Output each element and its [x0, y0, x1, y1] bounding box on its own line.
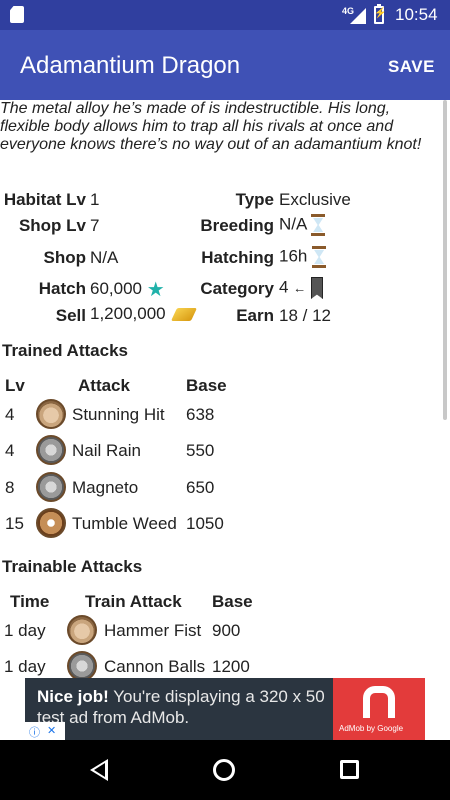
hatch-value: 60,000 [90, 278, 142, 298]
type-label: Type [235, 190, 274, 209]
trainable-base: 900 [212, 621, 241, 640]
trained-base: 638 [186, 405, 215, 424]
hourglass-icon [36, 508, 66, 538]
trainable-header-time: Time [10, 592, 50, 611]
nail-icon [36, 472, 66, 502]
trained-attack-name: Nail Rain [72, 441, 141, 460]
trainable-attacks-title: Trainable Attacks [2, 557, 143, 576]
battery-icon [374, 4, 386, 24]
earn-value: 18 / 12 [279, 306, 331, 325]
adchoices-icon[interactable]: ⓘ ✕ [25, 722, 65, 740]
home-button[interactable] [213, 759, 235, 781]
breeding-label: Breeding [200, 216, 274, 235]
hourglass-icon [312, 246, 327, 268]
trained-lv: 4 [5, 405, 15, 424]
sd-card-icon [10, 6, 24, 23]
admob-icon [363, 686, 395, 718]
status-bar: 4G 10:54 [0, 0, 450, 30]
trained-base: 550 [186, 441, 215, 460]
signal-icon [350, 8, 366, 24]
navigation-bar [0, 740, 450, 800]
trained-header-attack: Attack [78, 376, 130, 395]
fist-icon [36, 399, 66, 429]
admob-logo: AdMob by Google [333, 678, 425, 740]
admob-caption: AdMob by Google [339, 724, 404, 733]
trainable-header-attack: Train Attack [85, 592, 182, 611]
scrollbar[interactable] [443, 100, 447, 420]
hatching-value-group: 16h [279, 246, 327, 268]
detail-content[interactable]: The metal alloy he’s made of is indestru… [0, 100, 450, 678]
shop-lv-label: Shop Lv [18, 216, 86, 235]
trainable-time: 1 day [4, 657, 46, 676]
save-button[interactable]: SAVE [388, 57, 435, 77]
dragon-description: The metal alloy he’s made of is indestru… [0, 100, 422, 153]
app-bar: Adamantium Dragon SAVE [0, 30, 450, 100]
trained-header-base: Base [186, 376, 227, 395]
category-label: Category [200, 279, 274, 298]
hatch-label: Hatch [38, 279, 86, 298]
star-icon: ★ [146, 279, 165, 301]
hatching-value: 16h [279, 246, 308, 266]
trained-base: 650 [186, 478, 215, 497]
trained-attack-name: Magneto [72, 478, 139, 497]
fist-icon [67, 615, 97, 645]
arrow-left-icon: ← [293, 280, 307, 296]
trained-attack-name: Stunning Hit [72, 405, 165, 424]
hatching-label: Hatching [201, 248, 274, 267]
banner-icon [310, 277, 323, 299]
back-button[interactable] [90, 759, 108, 781]
shop-value: N/A [90, 248, 119, 267]
breeding-value: N/A [279, 214, 307, 234]
trained-lv: 15 [5, 514, 24, 533]
trainable-attack-name: Hammer Fist [104, 621, 202, 640]
trained-lv: 8 [5, 478, 15, 497]
trained-attacks-title: Trained Attacks [2, 341, 128, 360]
trained-base: 1050 [186, 514, 224, 533]
category-value: 4 [279, 277, 289, 297]
hourglass-icon [311, 214, 326, 236]
sell-value: 1,200,000 [90, 304, 166, 323]
sell-label: Sell [55, 306, 86, 325]
page-title: Adamantium Dragon [20, 52, 241, 79]
trainable-header-base: Base [212, 592, 253, 611]
ad-banner[interactable]: Nice job! You're displaying a 320 x 50 t… [25, 678, 425, 740]
recents-button[interactable] [340, 760, 359, 779]
type-value: Exclusive [279, 190, 351, 209]
earn-label: Earn [236, 306, 274, 325]
habitat-lv-label: Habitat Lv [3, 190, 86, 209]
info-icon: ⓘ [29, 727, 40, 739]
trained-attack-name: Tumble Weed [72, 514, 177, 533]
hatch-value-group: 60,000 ★ [90, 277, 165, 302]
nail-icon [36, 435, 66, 465]
status-time: 10:54 [395, 5, 438, 24]
shop-lv-value: 7 [90, 216, 100, 235]
trainable-time: 1 day [4, 621, 46, 640]
shop-label: Shop [43, 248, 87, 267]
trained-header-lv: Lv [5, 376, 25, 395]
trained-lv: 4 [5, 441, 15, 460]
close-icon: ✕ [47, 725, 57, 737]
habitat-lv-value: 1 [90, 190, 100, 209]
ad-text: Nice job! You're displaying a 320 x 50 t… [37, 686, 347, 728]
ad-headline: Nice job! [37, 687, 109, 706]
trainable-base: 1200 [212, 657, 250, 676]
nail-icon [67, 651, 97, 678]
trainable-attack-name: Cannon Balls [104, 657, 206, 676]
sell-value-group: 1,200,000 [90, 304, 198, 324]
breeding-value-group: N/A [279, 214, 326, 236]
category-value-group: 4 ← [279, 277, 323, 299]
